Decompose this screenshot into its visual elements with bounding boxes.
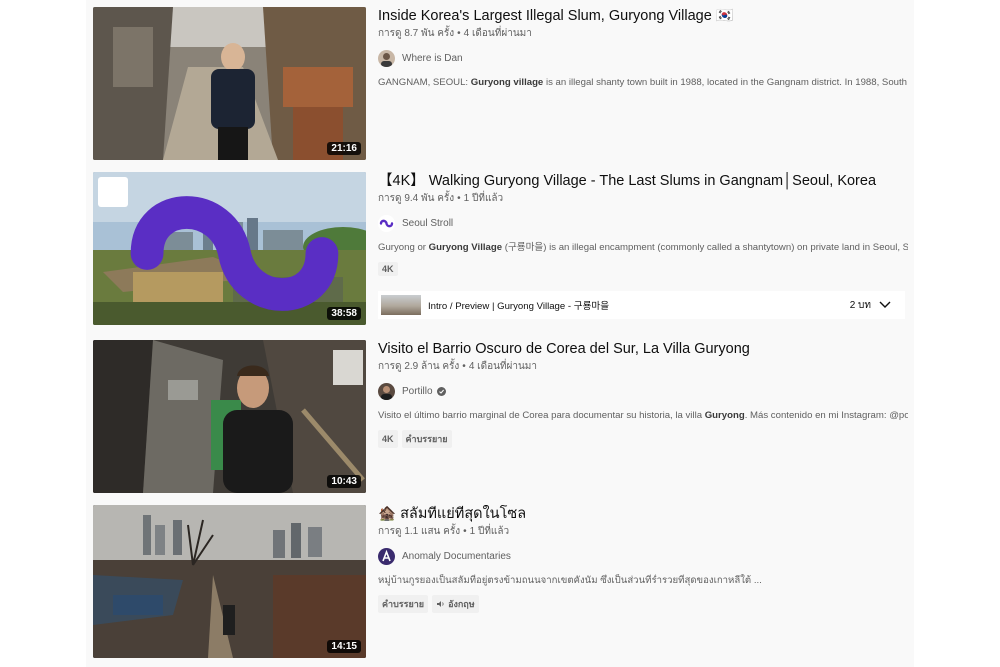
video-title[interactable]: 🏚️ สลัมที่แย่ที่สุดในโซล [378, 505, 913, 523]
video-info: 【4K】 Walking Guryong Village - The Last … [378, 172, 913, 276]
channel-name[interactable]: Anomaly Documentaries [402, 551, 511, 562]
badge-row: 4K คำบรรยาย [378, 430, 913, 448]
video-info: 🏚️ สลัมที่แย่ที่สุดในโซล การดู 1.1 แสน ค… [378, 505, 913, 613]
thumbnail-image-alley-portrait [93, 340, 366, 493]
video-duration: 14:15 [327, 640, 361, 653]
upload-age: 4 เดือนที่ผ่านมา [463, 28, 532, 39]
desc-highlight: Guryong [704, 410, 745, 421]
video-thumbnail-2[interactable]: 38:58 [93, 172, 366, 325]
video-description: หมู่บ้านกูรยองเป็นสลัมที่อยู่ตรงข้ามถนนจ… [378, 574, 908, 587]
desc-text: หมู่บ้านกูรยองเป็นสลัมที่อยู่ตรงข้ามถนนจ… [378, 575, 762, 586]
desc-text: Guryong or [378, 242, 429, 253]
check-badge-icon [436, 386, 446, 396]
video-duration: 38:58 [327, 307, 361, 320]
chapter-thumbnail[interactable] [381, 295, 421, 315]
channel-avatar[interactable] [378, 214, 395, 232]
desc-highlight: Guryong village [470, 77, 544, 88]
chapter-label[interactable]: Intro / Preview | Guryong Village - 구룡마을 [428, 298, 850, 312]
desc-text: GANGNAM, SEOUL: [378, 77, 471, 88]
video-meta: การดู 9.4 พัน ครั้ง • 1 ปีที่แล้ว [378, 193, 504, 204]
desc-text: . Más contenido en mi Instagram: @portil… [744, 410, 908, 421]
channel-avatar[interactable] [378, 547, 395, 565]
upload-age: 4 เดือนที่ผ่านมา [468, 361, 538, 372]
channel-name[interactable]: Portillo [402, 386, 433, 397]
badge-row: คำบรรยาย อังกฤษ [378, 595, 913, 613]
video-description: Visito el último barrio marginal de Core… [378, 409, 908, 422]
badge-4k: 4K [378, 262, 398, 276]
badge-audio-label: อังกฤษ [448, 599, 475, 609]
badge-4k: 4K [378, 430, 398, 448]
badge-subtitles: คำบรรยาย [401, 430, 452, 448]
video-thumbnail-4[interactable]: 14:15 [93, 505, 366, 658]
channel-row[interactable]: Anomaly Documentaries [378, 547, 913, 565]
desc-highlight: Guryong Village [428, 242, 503, 253]
video-title[interactable]: Inside Korea's Largest Illegal Slum, Gur… [378, 7, 913, 25]
channel-name[interactable]: Seoul Stroll [402, 218, 453, 229]
view-count: การดู 1.1 แสน ครั้ง [378, 526, 461, 537]
video-thumbnail-3[interactable]: 10:43 [93, 340, 366, 493]
channel-avatar[interactable] [378, 49, 395, 67]
thumbnail-image-slum-skyline [93, 505, 366, 658]
video-description: GANGNAM, SEOUL: Guryong village is an il… [378, 76, 908, 89]
desc-text: Visito el último barrio marginal de Core… [378, 410, 705, 421]
badge-subtitles: คำบรรยาย [378, 595, 429, 613]
view-count: การดู 9.4 พัน ครั้ง [378, 193, 455, 204]
video-title[interactable]: Visito el Barrio Oscuro de Corea del Sur… [378, 340, 913, 358]
view-count: การดู 2.9 ล้าน ครั้ง [378, 361, 460, 372]
video-duration: 21:16 [327, 142, 361, 155]
channel-row[interactable]: Seoul Stroll [378, 214, 913, 232]
desc-text: is an illegal shanty town built in 1988,… [543, 77, 908, 88]
channel-avatar[interactable] [378, 382, 395, 400]
chapter-count: 2 บท [849, 299, 871, 311]
video-info: Visito el Barrio Oscuro de Corea del Sur… [378, 340, 913, 448]
speaker-icon [437, 601, 444, 607]
video-result-4[interactable]: 14:15 🏚️ สลัมที่แย่ที่สุดในโซล การดู 1.1… [93, 505, 913, 658]
chapter-preview[interactable]: Intro / Preview | Guryong Village - 구룡마을… [378, 291, 905, 319]
channel-row[interactable]: Portillo [378, 382, 913, 400]
chevron-down-icon[interactable] [879, 301, 891, 309]
video-result-1[interactable]: 21:16 Inside Korea's Largest Illegal Slu… [93, 7, 913, 160]
upload-age: 1 ปีที่แล้ว [469, 526, 510, 537]
video-meta: การดู 1.1 แสน ครั้ง • 1 ปีที่แล้ว [378, 526, 510, 537]
video-meta: การดู 2.9 ล้าน ครั้ง • 4 เดือนที่ผ่านมา [378, 361, 538, 372]
channel-row[interactable]: Where is Dan [378, 49, 913, 67]
video-title[interactable]: 【4K】 Walking Guryong Village - The Last … [378, 172, 913, 190]
video-duration: 10:43 [327, 475, 361, 488]
video-info: Inside Korea's Largest Illegal Slum, Gur… [378, 7, 913, 89]
video-description: Guryong or Guryong Village (구룡마을) is an … [378, 241, 908, 254]
desc-text: (구룡마을) is an illegal encampment (commonl… [502, 242, 908, 253]
seoul-stroll-logo-icon [98, 177, 339, 311]
video-thumbnail-1[interactable]: 21:16 [93, 7, 366, 160]
badge-audio-language: อังกฤษ [432, 595, 479, 613]
badge-row: 4K [378, 262, 913, 276]
video-result-3[interactable]: 10:43 Visito el Barrio Oscuro de Corea d… [93, 340, 913, 493]
video-result-2[interactable]: 38:58 【4K】 Walking Guryong Village - The… [93, 172, 913, 325]
upload-age: 1 ปีที่แล้ว [463, 193, 504, 204]
channel-name[interactable]: Where is Dan [402, 53, 463, 64]
thumbnail-image-slum-alley [93, 7, 366, 160]
view-count: การดู 8.7 พัน ครั้ง [378, 28, 455, 39]
video-meta: การดู 8.7 พัน ครั้ง • 4 เดือนที่ผ่านมา [378, 28, 532, 39]
